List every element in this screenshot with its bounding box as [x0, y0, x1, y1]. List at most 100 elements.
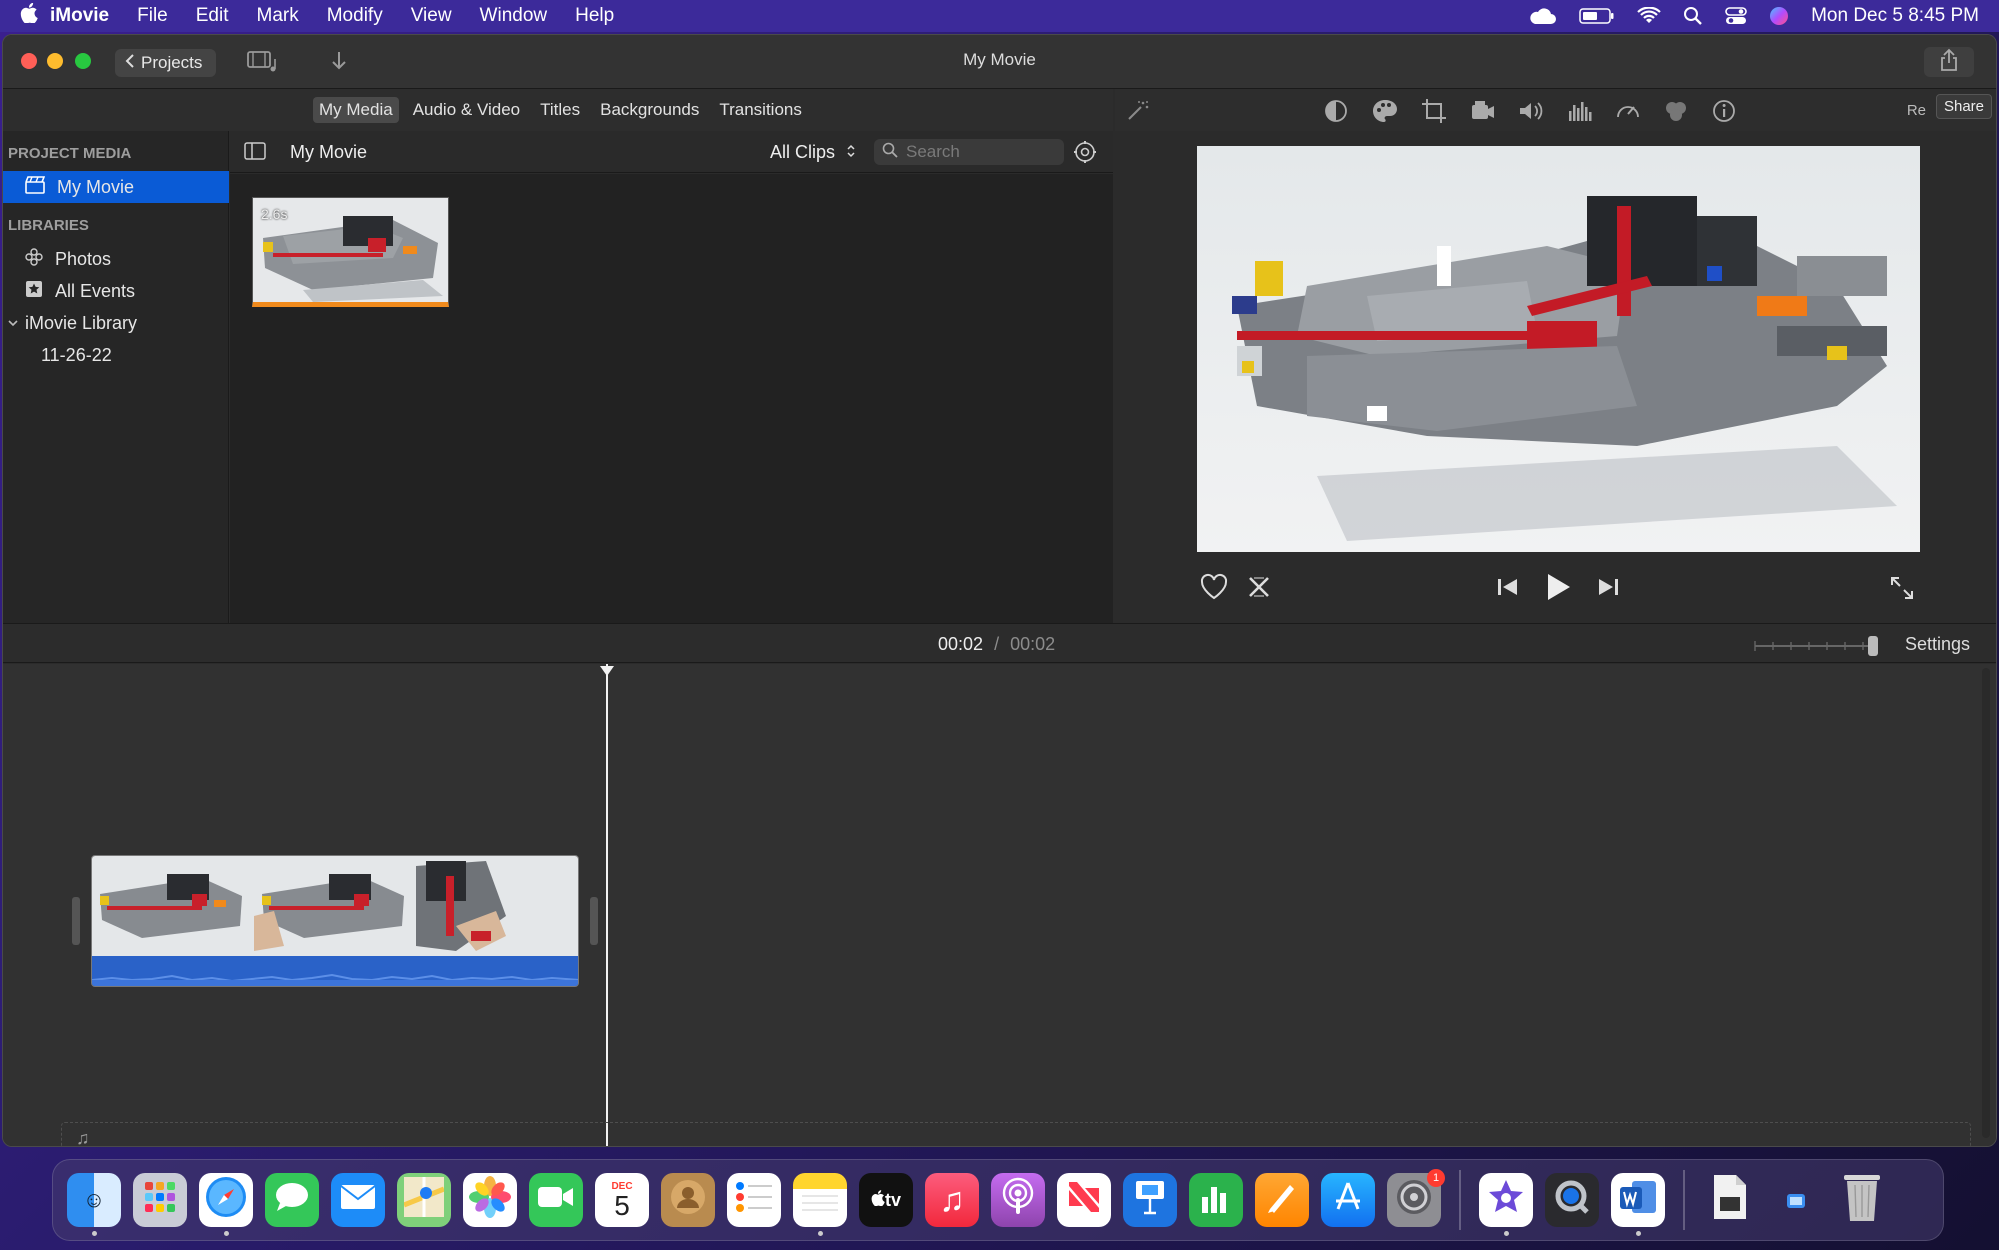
dock-calendar[interactable]: DEC 5	[595, 1173, 649, 1227]
dock-podcasts[interactable]	[991, 1173, 1045, 1227]
dock-keynote[interactable]	[1123, 1173, 1177, 1227]
dock-reminders[interactable]	[727, 1173, 781, 1227]
tab-backgrounds[interactable]: Backgrounds	[594, 97, 705, 123]
timeline-start-handle[interactable]	[72, 897, 80, 945]
running-indicator	[818, 1231, 823, 1236]
menu-modify[interactable]: Modify	[327, 5, 383, 27]
dock-maps[interactable]	[397, 1173, 451, 1227]
tab-my-media[interactable]: My Media	[313, 97, 399, 123]
dock-imovie[interactable]	[1479, 1173, 1533, 1236]
dock-tv[interactable]: tv	[859, 1173, 913, 1227]
dock-separator	[1459, 1170, 1461, 1230]
reject-x-icon[interactable]	[1245, 573, 1273, 606]
control-center-icon[interactable]	[1725, 6, 1747, 26]
dock-system-preferences[interactable]: 1	[1387, 1169, 1445, 1227]
volume-speaker-icon[interactable]	[1517, 99, 1545, 128]
timeline-video-clip[interactable]	[91, 855, 579, 987]
dock-quicktime[interactable]	[1545, 1173, 1599, 1227]
video-preview[interactable]	[1197, 146, 1920, 552]
playhead-line[interactable]	[606, 664, 608, 1146]
sidebar-item-imovie-library[interactable]: iMovie Library	[3, 307, 228, 339]
timeline-scrollbar[interactable]	[1982, 668, 1990, 1138]
dock-messages[interactable]	[265, 1173, 319, 1227]
share-button[interactable]	[1924, 47, 1974, 77]
timeline-end-handle[interactable]	[590, 897, 598, 945]
color-correction-palette-icon[interactable]	[1371, 98, 1399, 129]
clip-filter-select[interactable]: All Clips	[770, 142, 856, 163]
dock-contacts[interactable]	[661, 1173, 715, 1227]
crop-icon[interactable]	[1421, 98, 1447, 129]
timeline-settings-button[interactable]: Settings	[1905, 634, 1970, 655]
spotlight-search-icon[interactable]	[1683, 6, 1703, 26]
search-input[interactable]	[906, 142, 1046, 162]
menu-edit[interactable]: Edit	[196, 5, 229, 27]
media-clip-thumbnail[interactable]: 2.6s	[252, 197, 449, 307]
disclosure-chevron-down-icon[interactable]	[7, 313, 19, 334]
color-balance-icon[interactable]	[1323, 98, 1349, 129]
dock-word[interactable]	[1611, 1173, 1665, 1236]
noise-reduction-equalizer-icon[interactable]	[1567, 99, 1593, 128]
clip-info-icon[interactable]	[1711, 98, 1737, 129]
clip-filter-circles-icon[interactable]	[1663, 98, 1689, 129]
updown-chevron-icon	[846, 142, 856, 162]
clip-audio-waveform	[92, 956, 578, 986]
preview-thumbnail-icon	[1781, 1182, 1811, 1219]
star-box-icon	[25, 280, 43, 303]
menu-help[interactable]: Help	[575, 5, 614, 27]
dock-trash[interactable]	[1835, 1173, 1889, 1227]
icloud-icon[interactable]	[1527, 7, 1557, 25]
tab-titles[interactable]: Titles	[534, 97, 586, 123]
play-icon[interactable]	[1543, 571, 1573, 608]
skip-back-icon[interactable]	[1495, 575, 1521, 604]
dock-safari[interactable]	[199, 1173, 253, 1236]
media-browser: 2.6s	[230, 174, 1113, 623]
dock-music[interactable]: ♫	[925, 1173, 979, 1227]
dock-notes[interactable]	[793, 1173, 847, 1236]
dock-document-file[interactable]	[1703, 1173, 1757, 1227]
media-search-field[interactable]	[874, 139, 1064, 165]
dock-app-store[interactable]	[1321, 1173, 1375, 1227]
magic-wand-enhance-icon[interactable]	[1125, 99, 1151, 128]
dock-launchpad[interactable]	[133, 1173, 187, 1227]
speed-gauge-icon[interactable]	[1615, 98, 1641, 129]
skip-forward-icon[interactable]	[1595, 575, 1621, 604]
dock-mail[interactable]	[331, 1173, 385, 1227]
wifi-icon[interactable]	[1637, 7, 1661, 25]
sidebar-toggle-icon[interactable]	[244, 142, 266, 165]
favorite-heart-icon[interactable]	[1199, 573, 1229, 606]
menu-mark[interactable]: Mark	[257, 5, 299, 27]
sidebar-item-photos[interactable]: Photos	[3, 243, 228, 275]
tab-audio-video[interactable]: Audio & Video	[407, 97, 526, 123]
dock-facetime[interactable]	[529, 1173, 583, 1227]
dock-finder[interactable]: ☺	[67, 1173, 121, 1236]
dock-photos[interactable]	[463, 1173, 517, 1227]
dock-preview-window[interactable]	[1769, 1173, 1823, 1227]
fullscreen-expand-icon[interactable]	[1889, 575, 1915, 606]
safari-compass-icon	[204, 1175, 248, 1226]
menu-bar: iMovie File Edit Mark Modify View Window…	[0, 0, 1999, 32]
title-bar: Projects My Movie	[3, 35, 1996, 89]
share-icon	[1939, 48, 1959, 77]
menu-view[interactable]: View	[411, 5, 452, 27]
sidebar-item-event-11-26-22[interactable]: 11-26-22	[3, 339, 228, 371]
stabilization-camera-icon[interactable]	[1469, 99, 1495, 128]
menu-clock[interactable]: Mon Dec 5 8:45 PM	[1811, 5, 1979, 27]
tab-transitions[interactable]: Transitions	[713, 97, 808, 123]
browser-title: My Movie	[290, 142, 368, 162]
battery-icon[interactable]	[1579, 7, 1615, 25]
dock-numbers[interactable]	[1189, 1173, 1243, 1227]
menu-window[interactable]: Window	[480, 5, 548, 27]
dock-news[interactable]	[1057, 1173, 1111, 1227]
dock-pages[interactable]	[1255, 1173, 1309, 1227]
background-music-track[interactable]: ♫	[61, 1122, 1971, 1146]
menu-file[interactable]: File	[137, 5, 168, 27]
reset-all-label[interactable]: Re	[1907, 102, 1926, 119]
sidebar-item-all-events[interactable]: All Events	[3, 275, 228, 307]
sidebar-item-my-movie[interactable]: My Movie	[3, 171, 229, 203]
siri-icon[interactable]	[1769, 6, 1789, 26]
menu-app-name[interactable]: iMovie	[50, 5, 109, 27]
project-timeline[interactable]: ♫	[3, 664, 1996, 1146]
apple-icon[interactable]	[20, 2, 50, 29]
browser-settings-gear-icon[interactable]	[1073, 140, 1097, 169]
timeline-zoom-slider[interactable]	[1753, 634, 1883, 663]
